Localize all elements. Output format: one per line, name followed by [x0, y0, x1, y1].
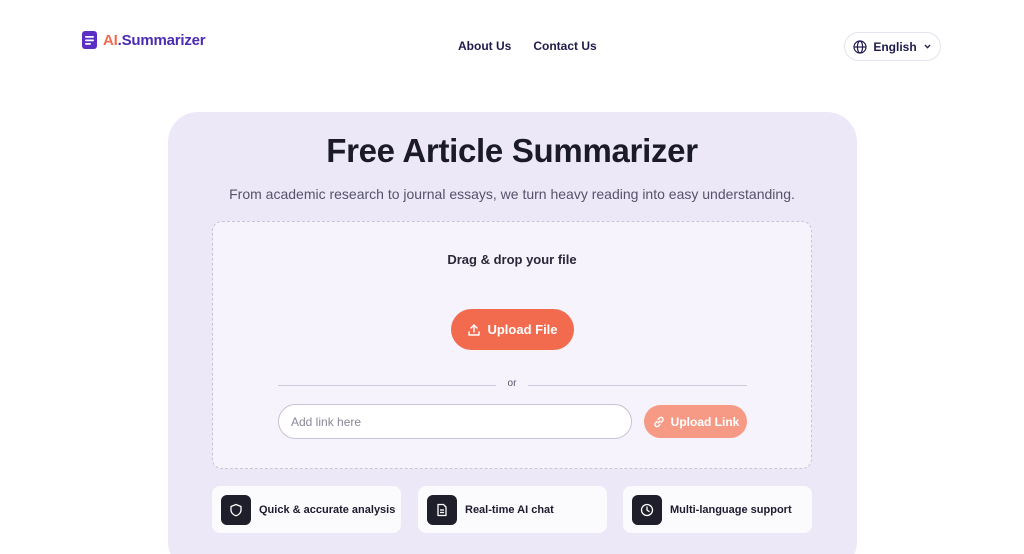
clock-icon: [632, 494, 662, 525]
shield-icon: [221, 494, 251, 525]
logo-ai: AI: [103, 31, 118, 49]
logo-rest: .Summarizer: [117, 31, 206, 49]
feature-quick-analysis: Quick & accurate analysis: [212, 486, 401, 533]
divider-right: [528, 385, 747, 386]
top-header: AI.Summarizer About Us Contact Us Englis…: [0, 0, 1024, 90]
language-selector[interactable]: English: [844, 32, 941, 61]
page-subtitle: From academic research to journal essays…: [229, 186, 795, 202]
feature-label: Quick & accurate analysis: [259, 503, 396, 516]
feature-ai-chat: Real-time AI chat: [418, 486, 607, 533]
drop-label: Drag & drop your file: [447, 252, 577, 267]
page-title: Free Article Summarizer: [326, 132, 698, 169]
link-input[interactable]: [278, 404, 632, 439]
divider-or: or: [507, 378, 517, 389]
document-logo-icon: [82, 31, 97, 49]
main-nav: About Us Contact Us: [458, 39, 597, 53]
document-icon: [427, 494, 457, 525]
feature-label: Real-time AI chat: [465, 503, 554, 516]
upload-file-button[interactable]: Upload File: [451, 309, 574, 350]
link-icon: [653, 416, 664, 427]
logo-text: AI.Summarizer: [103, 31, 206, 49]
upload-link-label: Upload Link: [670, 414, 740, 429]
logo[interactable]: AI.Summarizer: [82, 31, 206, 49]
language-label: English: [873, 39, 917, 54]
nav-about-us[interactable]: About Us: [458, 39, 511, 53]
feature-label: Multi-language support: [670, 503, 792, 516]
upload-icon: [468, 323, 481, 336]
upload-file-label: Upload File: [487, 322, 558, 337]
globe-icon: [853, 39, 867, 54]
upload-link-button[interactable]: Upload Link: [644, 405, 747, 438]
feature-multi-language: Multi-language support: [623, 486, 812, 533]
chevron-down-icon: [924, 44, 931, 49]
divider-left: [278, 385, 496, 386]
nav-contact-us[interactable]: Contact Us: [533, 39, 596, 53]
